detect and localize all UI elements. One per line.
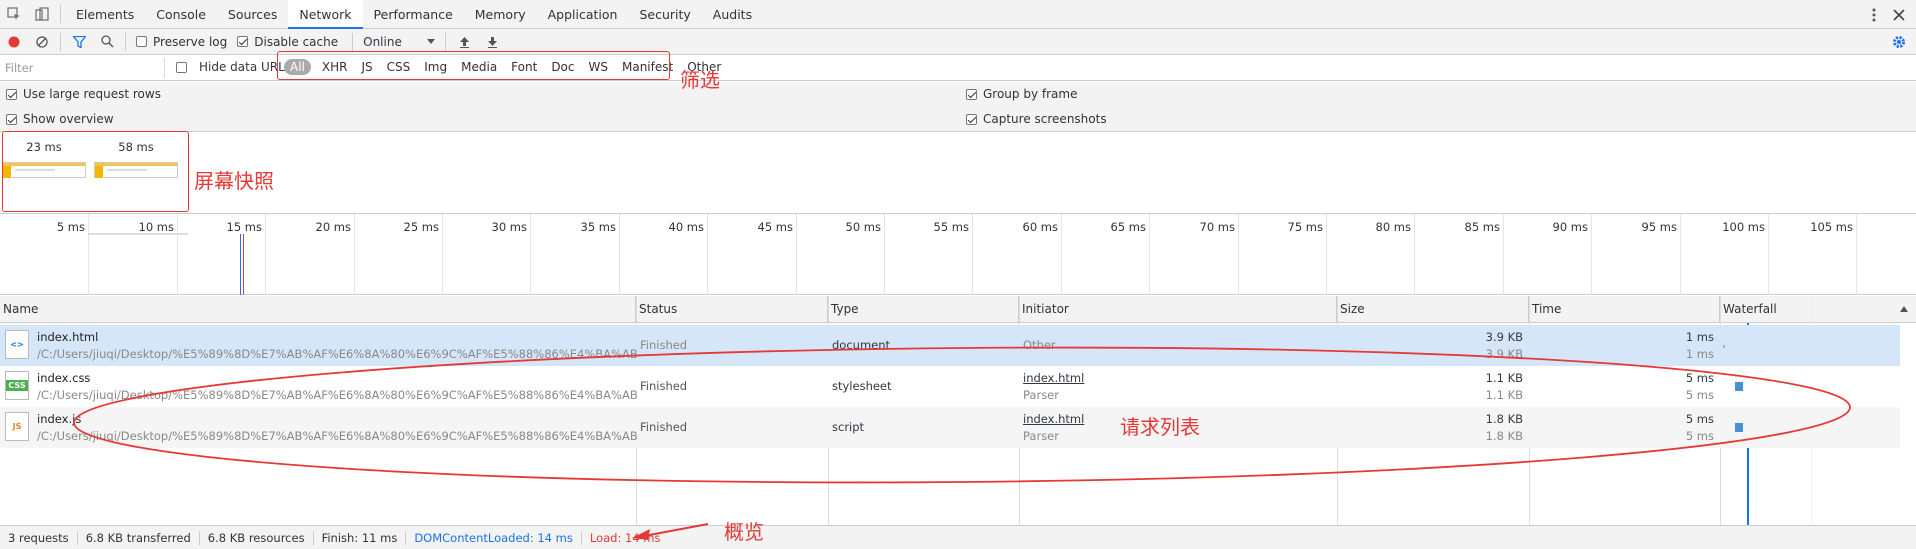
request-list-annotation-ellipse — [73, 346, 1851, 484]
overview-annotation-arrow — [632, 523, 709, 540]
request-list-annotation-label: 请求列表 — [1120, 415, 1200, 439]
overview-annotation-label: 概览 — [724, 520, 764, 544]
